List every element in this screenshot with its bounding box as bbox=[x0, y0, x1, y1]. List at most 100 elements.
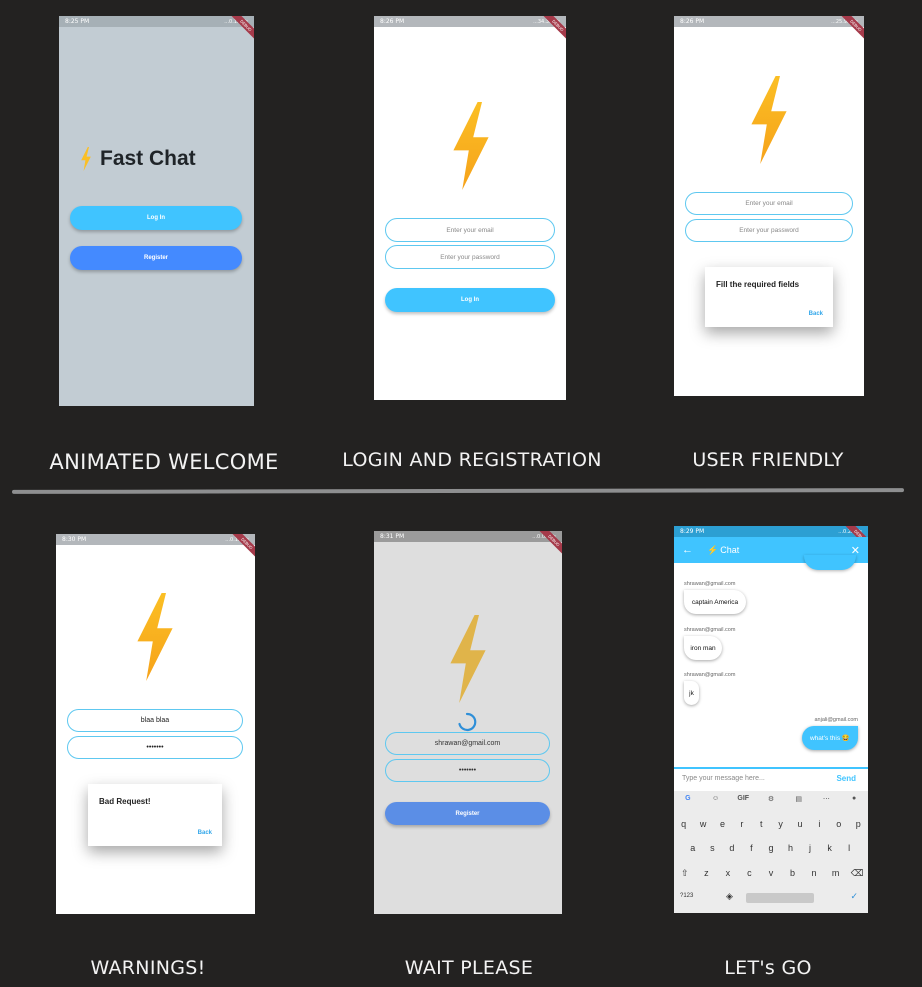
key[interactable]: w bbox=[694, 819, 712, 829]
key[interactable]: k bbox=[821, 843, 839, 853]
key[interactable]: q bbox=[675, 819, 693, 829]
status-bar: 8:31 PM ...0.0KB/s bbox=[374, 531, 562, 542]
dialog-title: Bad Request! bbox=[99, 797, 151, 806]
lightning-bolt-icon bbox=[137, 593, 173, 681]
welcome-screen: 8:25 PM ...0.1KB/s DEBUG Fast Chat Log I… bbox=[59, 16, 254, 406]
message-bubble: captain America bbox=[684, 590, 746, 614]
caption-wait: WAIT PLEASE bbox=[404, 957, 534, 979]
lightning-bolt-icon: ⚡ bbox=[707, 544, 719, 555]
dialog-back-button[interactable]: Back bbox=[809, 311, 823, 317]
friendly-screen: 8:26 PM ...25.9KB/s DEBUG Enter your ema… bbox=[674, 16, 864, 396]
key[interactable]: l bbox=[840, 843, 858, 853]
register-button[interactable]: Register bbox=[70, 246, 242, 270]
password-field[interactable]: Enter your password bbox=[685, 219, 853, 242]
login-button[interactable]: Log In bbox=[385, 288, 555, 312]
register-button[interactable]: Register bbox=[385, 802, 550, 825]
key[interactable]: o bbox=[830, 819, 848, 829]
settings-icon[interactable]: ⚙ bbox=[762, 795, 780, 803]
key[interactable]: y bbox=[772, 819, 790, 829]
lightning-bolt-icon bbox=[450, 615, 486, 703]
keyboard-row-1: q w e r t y u i o p bbox=[674, 819, 868, 829]
status-bar: 8:29 PM ...0.2KB/s bbox=[674, 526, 868, 537]
key[interactable]: p bbox=[849, 819, 867, 829]
status-time: 8:25 PM bbox=[65, 18, 90, 25]
email-field[interactable]: Enter your email bbox=[685, 192, 853, 215]
password-field[interactable]: Enter your password bbox=[385, 245, 555, 269]
login-screen: 8:26 PM ...34.3KB/s DEBUG Enter your ema… bbox=[374, 16, 566, 400]
section-divider bbox=[11, 488, 905, 494]
key[interactable]: h bbox=[782, 843, 800, 853]
keyboard-row-4: ?123 ◈ ✓ bbox=[674, 891, 868, 905]
globe-icon[interactable]: ◈ bbox=[726, 891, 733, 902]
password-field[interactable]: ••••••• bbox=[385, 759, 550, 782]
app-title: Fast Chat bbox=[100, 147, 196, 170]
gif-button[interactable]: GIF bbox=[734, 795, 752, 803]
alert-dialog: Fill the required fields Back bbox=[705, 267, 833, 327]
key[interactable]: j bbox=[801, 843, 819, 853]
caption-welcome: ANIMATED WELCOME bbox=[49, 450, 279, 474]
wait-screen: 8:31 PM ...0.0KB/s DEBUG shrawan@gmail.c… bbox=[374, 531, 562, 914]
key[interactable]: d bbox=[723, 843, 741, 853]
key[interactable]: c bbox=[740, 868, 758, 879]
key[interactable]: v bbox=[762, 868, 780, 879]
email-field[interactable]: shrawan@gmail.com bbox=[385, 732, 550, 755]
google-icon[interactable]: G bbox=[679, 795, 697, 803]
warnings-screen: 8:30 PM ...0.1KB/s DEBUG blaa blaa •••••… bbox=[56, 534, 255, 914]
key[interactable]: b bbox=[784, 868, 802, 879]
send-button[interactable]: Send bbox=[836, 774, 856, 783]
key[interactable]: s bbox=[703, 843, 721, 853]
key[interactable]: m bbox=[827, 868, 845, 879]
key[interactable]: x bbox=[719, 868, 737, 879]
chat-screen: 8:29 PM ...0.2KB/s DEBUG ← ⚡ Chat ✕ shra… bbox=[674, 526, 868, 913]
caption-login: LOGIN AND REGISTRATION bbox=[342, 449, 602, 471]
back-arrow-icon[interactable]: ← bbox=[682, 544, 693, 556]
message-input-bar: Type your message here... Send bbox=[674, 767, 868, 791]
key[interactable]: a bbox=[684, 843, 702, 853]
key[interactable]: f bbox=[742, 843, 760, 853]
password-field[interactable]: ••••••• bbox=[67, 736, 243, 759]
message-bubble: iron man bbox=[684, 636, 722, 660]
key[interactable]: t bbox=[752, 819, 770, 829]
keyboard: G ☺ GIF ⚙ ▤ ⋯ ● q w e r t y u i o p a s … bbox=[674, 791, 868, 913]
email-field[interactable]: blaa blaa bbox=[67, 709, 243, 732]
status-time: 8:29 PM bbox=[680, 528, 705, 535]
translate-icon[interactable]: ▤ bbox=[790, 795, 808, 803]
enter-check-icon[interactable]: ✓ bbox=[850, 891, 858, 902]
key[interactable]: g bbox=[762, 843, 780, 853]
key[interactable]: r bbox=[733, 819, 751, 829]
email-field[interactable]: Enter your email bbox=[385, 218, 555, 242]
more-icon[interactable]: ⋯ bbox=[817, 795, 835, 803]
backspace-key-icon[interactable]: ⌫ bbox=[848, 868, 866, 879]
lightning-bolt-icon bbox=[81, 147, 91, 171]
key[interactable]: n bbox=[805, 868, 823, 879]
microphone-icon[interactable]: ● bbox=[845, 795, 863, 803]
key[interactable]: u bbox=[791, 819, 809, 829]
message-bubble-own: what's this 😂 bbox=[802, 726, 858, 750]
message-input[interactable]: Type your message here... bbox=[682, 775, 765, 782]
status-bar: 8:25 PM ...0.1KB/s bbox=[59, 16, 254, 27]
status-bar: 8:30 PM ...0.1KB/s bbox=[56, 534, 255, 545]
key[interactable]: z bbox=[697, 868, 715, 879]
status-time: 8:31 PM bbox=[380, 533, 405, 540]
message-list: shrawan@gmail.com captain America shrawa… bbox=[674, 555, 868, 767]
login-button[interactable]: Log In bbox=[70, 206, 242, 230]
status-time: 8:26 PM bbox=[680, 18, 705, 25]
keyboard-row-2: a s d f g h j k l bbox=[674, 843, 868, 853]
lightning-bolt-icon bbox=[453, 102, 489, 190]
alert-dialog: Bad Request! Back bbox=[88, 784, 222, 846]
status-bar: 8:26 PM ...34.3KB/s bbox=[374, 16, 566, 27]
symbols-key[interactable]: ?123 bbox=[680, 893, 693, 899]
key[interactable]: i bbox=[810, 819, 828, 829]
keyboard-toolbar: G ☺ GIF ⚙ ▤ ⋯ ● bbox=[674, 795, 868, 803]
caption-friendly: USER FRIENDLY bbox=[692, 449, 844, 471]
message-sender: shrawan@gmail.com bbox=[684, 627, 736, 633]
dialog-back-button[interactable]: Back bbox=[198, 830, 212, 836]
key[interactable]: e bbox=[713, 819, 731, 829]
shift-key-icon[interactable]: ⇧ bbox=[676, 868, 694, 879]
status-time: 8:30 PM bbox=[62, 536, 87, 543]
message-sender: anjali@gmail.com bbox=[814, 717, 859, 723]
space-bar[interactable] bbox=[746, 893, 814, 903]
keyboard-row-3: ⇧ z x c v b n m ⌫ bbox=[674, 868, 868, 879]
loading-spinner-icon bbox=[458, 712, 477, 732]
sticker-icon[interactable]: ☺ bbox=[707, 795, 725, 803]
